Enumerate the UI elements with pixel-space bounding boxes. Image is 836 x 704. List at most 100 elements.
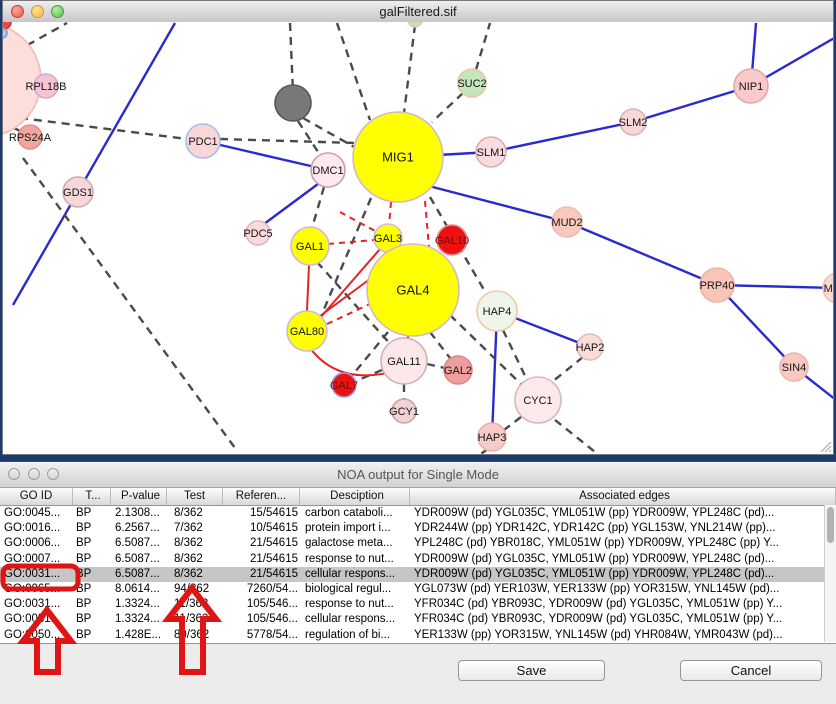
noa-window-titlebar[interactable]: NOA output for Single Mode [0,462,836,488]
node-label: PDC1 [188,136,217,148]
network-window-titlebar[interactable]: galFiltered.sif [3,1,833,23]
table-row[interactable]: GO:0065...BP8.0614...94/3627260/54...bio… [0,582,836,597]
resize-grip[interactable] [829,450,831,452]
table-cell: 94/362 [167,582,223,597]
node-HAP3[interactable]: HAP3 [478,423,507,451]
node-GAL2[interactable]: GAL2 [444,356,472,384]
table-row[interactable]: GO:0031...BP1.3324...11/362105/546...cel… [0,612,836,627]
table-row[interactable]: GO:0016...BP6.2567...7/36210/54615protei… [0,521,836,536]
node-MIG1[interactable]: MIG1 [353,112,443,202]
close-button[interactable] [11,5,24,18]
node-label: RPS24A [9,132,52,144]
node-SLM1[interactable]: SLM1 [476,137,506,167]
node-GCY1[interactable]: GCY1 [389,399,419,423]
zoom-button-inactive[interactable] [47,468,59,480]
table-cell: BP [73,567,111,582]
node-GAL1[interactable]: GAL1 [291,227,329,265]
node-GAL80[interactable]: GAL80 [287,311,327,351]
node-PDC5[interactable]: PDC5 [243,221,272,245]
table-cell: BP [73,521,111,536]
node-label: MIG1 [382,150,414,165]
cancel-button[interactable]: Cancel [680,660,822,681]
edge-dashed [503,330,528,382]
network-graph[interactable]: RPL18BRPS24AGDS1PDC1PDC5MIG1DMC1SLM1SUC2… [3,22,833,454]
table-cell: GO:0016... [0,521,73,536]
node-label: GAL1 [296,241,324,253]
table-header: GO IDT...P-valueTestReferen...Desciption… [0,488,836,506]
node-DMC1[interactable]: DMC1 [311,153,345,187]
column-header[interactable]: GO ID [0,488,73,505]
table-cell: YDR009W (pd) YGL035C, YML051W (pp) YDR00… [410,552,836,567]
minimize-button[interactable] [31,5,44,18]
node-GDS1[interactable]: GDS1 [63,177,93,207]
node-unlabeled[interactable] [3,28,7,38]
edge-blue [425,185,567,222]
table-row[interactable]: GO:0045...BP2.1308...8/36215/54615carbon… [0,506,836,521]
edge-dashed [337,23,370,120]
edge-dashed [312,187,324,228]
table-cell: regulation of bi... [300,628,410,643]
node-GAL4[interactable]: GAL4 [367,244,459,336]
node-label: HAP4 [483,306,512,318]
node-NIP1[interactable]: NIP1 [734,69,768,103]
node-SIN4[interactable]: SIN4 [780,353,808,381]
zoom-button[interactable] [51,5,64,18]
node-label: DMC1 [312,165,343,177]
node-GAL7[interactable]: GAL7 [330,373,358,397]
table-cell: 21/54615 [223,552,300,567]
edge-dashed [432,93,463,122]
table-row[interactable]: GO:0031...BP6.5087...8/36221/54615cellul… [0,567,836,582]
node-SLM2[interactable]: SLM2 [619,109,648,135]
table-cell: response to nut... [300,552,410,567]
node-MUD2[interactable]: MUD2 [551,207,582,237]
node-label: SLM1 [477,147,506,159]
table-cell: 6.5087... [111,567,167,582]
node-circle[interactable] [3,28,7,38]
node-label: GAL11 [387,356,420,368]
node-circle[interactable] [408,22,422,27]
node-HAP4[interactable]: HAP4 [477,291,517,331]
close-button-inactive[interactable] [8,468,20,480]
network-canvas[interactable]: RPL18BRPS24AGDS1PDC1PDC5MIG1DMC1SLM1SUC2… [3,22,833,454]
edge-dashed [427,364,445,368]
scrollbar-thumb[interactable] [827,507,834,543]
table-cell: 1.3324... [111,612,167,627]
node-PRP40[interactable]: PRP40 [700,268,735,302]
table-row[interactable]: GO:0007...BP6.5087...8/36221/54615respon… [0,552,836,567]
node-SUC2[interactable]: SUC2 [457,69,486,97]
node-GAL10[interactable]: GAL10 [435,225,469,255]
column-header[interactable]: Test [167,488,223,505]
noa-window-title: NOA output for Single Mode [337,467,499,482]
column-header[interactable]: Desciption [300,488,410,505]
node-label: HAP3 [478,432,507,444]
node-unlabeled[interactable] [408,22,422,27]
table-cell: GO:0045... [0,506,73,521]
node-MSL1[interactable]: MSL1 [823,273,833,303]
minimize-button-inactive[interactable] [28,468,40,480]
node-label: GAL80 [290,326,324,338]
table-cell: 6.5087... [111,552,167,567]
column-header[interactable]: P-value [111,488,167,505]
node-circle[interactable] [275,85,311,121]
table-cell: biological regul... [300,582,410,597]
node-CYC1[interactable]: CYC1 [515,377,561,423]
column-header[interactable]: Associated edges [410,488,836,505]
table-row[interactable]: GO:0031...BP1.3324...11/362105/546...res… [0,597,836,612]
column-header[interactable]: Referen... [223,488,300,505]
save-button[interactable]: Save [458,660,605,681]
edge-dashed [220,139,356,143]
table-row[interactable]: GO:0050...BP1.428E...80/3625778/54...reg… [0,628,836,643]
node-PDC1[interactable]: PDC1 [186,124,220,158]
table-cell: YER133W (pp) YOR315W, YNL145W (pd) YHR08… [410,628,836,643]
node-GAL11[interactable]: GAL11 [381,338,427,384]
table-row[interactable]: GO:0006...BP6.5087...8/36221/54615galact… [0,536,836,551]
edge-blue [491,122,633,152]
node-HAP2[interactable]: HAP2 [576,334,605,360]
table-scrollbar[interactable] [824,505,836,642]
table-cell: 105/546... [223,597,300,612]
table-cell: 11/362 [167,612,223,627]
node-unlabeled[interactable] [275,85,311,121]
table-cell: GO:0031... [0,597,73,612]
column-header[interactable]: T... [73,488,111,505]
edge-red-dashed [425,201,429,247]
